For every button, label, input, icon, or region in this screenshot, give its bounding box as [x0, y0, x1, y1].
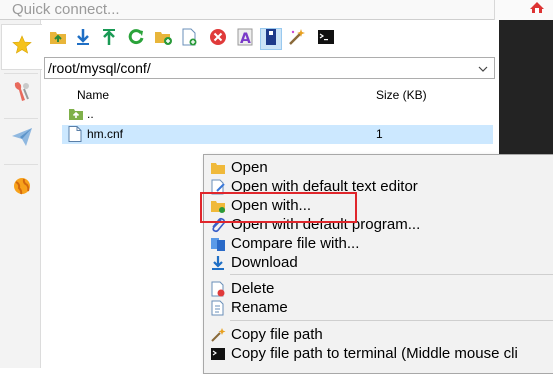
menu-item-label: Compare file with...: [231, 235, 360, 252]
left-sidebar: [0, 20, 42, 368]
download-icon: [210, 255, 226, 271]
refresh-icon: [127, 28, 145, 51]
paper-plane-icon: [11, 127, 33, 152]
menu-item-rename[interactable]: Rename: [206, 298, 553, 317]
menu-item-label: Rename: [231, 299, 288, 316]
menu-item-label: Delete: [231, 280, 275, 297]
divider: [494, 0, 495, 20]
delete-file-icon: [210, 281, 226, 297]
file-name: hm.cnf: [87, 127, 124, 141]
menu-item-open[interactable]: Open: [206, 158, 553, 177]
file-name: ..: [87, 107, 94, 121]
folder-up-icon: [49, 29, 67, 50]
browser-button[interactable]: [3, 165, 40, 211]
path-dropdown-button[interactable]: [475, 60, 491, 76]
menu-separator: [230, 274, 553, 275]
parent-folder-icon: [68, 106, 84, 122]
svg-text:A: A: [240, 31, 251, 46]
menu-item-compare[interactable]: Compare file with...: [206, 234, 553, 253]
terminal-button[interactable]: [315, 28, 337, 50]
send-button[interactable]: [3, 116, 40, 162]
menu-item-open-default-program[interactable]: Open with default program...: [206, 215, 553, 234]
menu-item-copy-path[interactable]: Copy file path: [206, 325, 553, 344]
magic-wand-icon: [210, 327, 226, 343]
new-file-icon: [181, 28, 197, 51]
menu-item-open-with[interactable]: Open with...: [206, 196, 553, 215]
compare-icon: [210, 236, 226, 252]
new-folder-button[interactable]: [152, 28, 174, 50]
table-row-parent[interactable]: ..: [62, 105, 493, 124]
terminal-icon: [317, 29, 335, 50]
download-icon: [75, 28, 91, 51]
delete-button[interactable]: [207, 28, 229, 50]
menu-item-label: Open with default program...: [231, 216, 421, 233]
file-info-icon: [265, 28, 277, 51]
terminal-icon: [210, 346, 226, 362]
menu-item-label: Open with...: [231, 197, 312, 214]
file-icon: [68, 126, 84, 142]
menu-item-copy-path-terminal[interactable]: Copy file path to terminal (Middle mouse…: [206, 344, 553, 363]
favorites-button[interactable]: [1, 24, 42, 70]
top-bar: [0, 0, 553, 20]
folder-open-icon: [210, 160, 226, 176]
globe-icon: [12, 176, 32, 201]
menu-item-label: Open with default text editor: [231, 178, 418, 195]
table-row-selected[interactable]: hm.cnf 1: [62, 125, 493, 144]
menu-item-label: Download: [231, 254, 298, 271]
copy-path-button[interactable]: [286, 28, 308, 50]
menu-item-delete[interactable]: Delete: [206, 279, 553, 298]
paperclip-icon: [210, 217, 226, 233]
home-icon: [529, 0, 545, 18]
chevron-down-icon: [478, 59, 488, 77]
context-menu: Open Open with default text editor Open …: [203, 154, 553, 374]
folder-open-with-icon: [210, 198, 226, 214]
new-folder-icon: [154, 29, 172, 50]
menu-item-label: Copy file path: [231, 326, 323, 343]
rename-button[interactable]: A: [234, 28, 256, 50]
parent-dir-button[interactable]: [47, 28, 69, 50]
upload-icon: [101, 28, 117, 51]
menu-item-open-text-editor[interactable]: Open with default text editor: [206, 177, 553, 196]
tools-button[interactable]: [3, 70, 40, 116]
file-size: 1: [376, 127, 383, 141]
rename-icon: A: [237, 28, 253, 51]
refresh-button[interactable]: [125, 28, 147, 50]
home-button[interactable]: [520, 0, 553, 18]
upload-button[interactable]: [98, 28, 120, 50]
path-input[interactable]: [48, 59, 468, 77]
tools-icon: [12, 80, 32, 107]
column-header-size[interactable]: Size (KB): [376, 88, 427, 102]
edit-icon: [210, 179, 226, 195]
menu-item-label: Copy file path to terminal (Middle mouse…: [231, 345, 518, 362]
menu-item-download[interactable]: Download: [206, 253, 553, 272]
menu-separator: [230, 320, 553, 321]
file-toolbar: A: [42, 25, 499, 53]
path-bar: [44, 57, 495, 79]
magic-wand-icon: [288, 28, 306, 51]
rename-icon: [210, 300, 226, 316]
star-icon: [12, 34, 32, 60]
menu-item-label: Open: [231, 159, 268, 176]
delete-icon: [209, 28, 227, 51]
file-info-button[interactable]: [260, 28, 282, 50]
new-file-button[interactable]: [178, 28, 200, 50]
download-button[interactable]: [72, 28, 94, 50]
column-header-name[interactable]: Name: [77, 88, 109, 102]
quick-connect-input[interactable]: [0, 0, 494, 20]
